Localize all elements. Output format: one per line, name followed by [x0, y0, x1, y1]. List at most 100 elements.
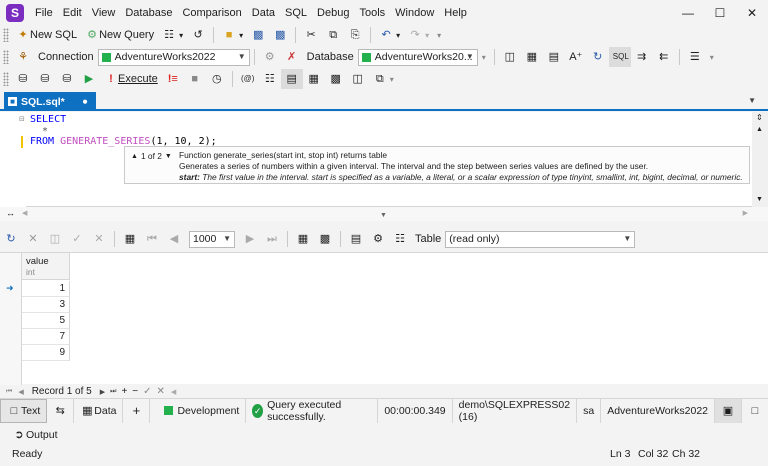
sql-editor[interactable]: ⊟ SELECT * FROM GENERATE_SERIES(1, 10, 2…	[0, 112, 768, 207]
export-button[interactable]: ▩	[325, 69, 347, 89]
columns-button[interactable]: ▤	[345, 229, 367, 249]
discard-button[interactable]: ✕	[88, 229, 110, 249]
results-grid[interactable]: ➜ value int 1 3 5 7 9	[0, 252, 768, 385]
outdent-button[interactable]: ⇇	[653, 47, 675, 67]
editor-horizontal-scrollbar[interactable]: ↔ ◀ ▶ ▼	[0, 207, 768, 221]
next-page-button[interactable]: ▶	[239, 229, 261, 249]
table-row[interactable]: 9	[22, 345, 70, 361]
import-button[interactable]: ◫	[347, 69, 369, 89]
db-button-3[interactable]: ⛁	[56, 69, 78, 89]
restore-button[interactable]: □	[742, 399, 768, 423]
menu-file[interactable]: File	[30, 0, 58, 26]
run-button[interactable]: ▶	[78, 69, 100, 89]
new-item-button[interactable]: ☷ ▾	[158, 25, 187, 45]
table-row[interactable]: 5	[22, 313, 70, 329]
grid-view-button[interactable]: ▦	[292, 229, 314, 249]
copy-button[interactable]: ⧉	[322, 25, 344, 45]
editor-vertical-scrollbar[interactable]: ⇕ ▲ ▼	[752, 112, 768, 207]
insert-row-button[interactable]: ◫	[44, 229, 66, 249]
list-button[interactable]: ☰	[684, 47, 706, 67]
prev-page-button[interactable]: ◀	[163, 229, 185, 249]
paste-button[interactable]: ⎘	[344, 25, 366, 45]
data-tab[interactable]: ▦ Data	[74, 398, 124, 423]
first-record-icon[interactable]: ⏮	[6, 388, 12, 396]
profiler-button[interactable]: ▤	[280, 69, 303, 89]
connection-icon-button[interactable]: ⚘	[12, 47, 34, 67]
open-folder-button[interactable]: ■ ▾	[218, 25, 247, 45]
swap-tab[interactable]: ⇆	[47, 398, 75, 423]
variables-button[interactable]: (@)	[237, 69, 259, 89]
split-horizontal-icon[interactable]: ↔	[6, 208, 15, 218]
output-panel-tab[interactable]: ➲ Output	[0, 426, 768, 444]
tab-close-icon[interactable]: ⚫	[78, 95, 92, 109]
prev-record-icon[interactable]: ◀	[18, 388, 23, 396]
menu-window[interactable]: Window	[390, 0, 439, 26]
toolbar-grip[interactable]	[3, 28, 9, 42]
text-tab[interactable]: □ Text	[0, 398, 48, 423]
split-icon[interactable]: ⇕	[756, 113, 763, 122]
table-row[interactable]: 1	[22, 281, 70, 297]
comment-button[interactable]: ▤	[543, 47, 565, 67]
menu-comparison[interactable]: Comparison	[177, 0, 246, 26]
panel-toggle-button[interactable]: ▣	[715, 398, 742, 423]
cancel-record-icon[interactable]: ✕	[157, 386, 165, 397]
stop-button[interactable]: ■	[184, 69, 206, 89]
plan-button[interactable]: ☷	[259, 69, 281, 89]
scroll-left-icon[interactable]: ◀	[22, 209, 27, 217]
execute-current-button[interactable]: !≡	[162, 69, 184, 89]
share-button[interactable]: ⧉ ▾	[369, 69, 398, 89]
tab-sql-document[interactable]: ■ SQL.sql* ⚫	[4, 92, 96, 111]
save-record-icon[interactable]: ✓	[143, 386, 151, 397]
toolbar-options-button[interactable]: ▾	[433, 25, 445, 45]
table-icon-button[interactable]: ☷	[389, 229, 411, 249]
save-all-button[interactable]: ▩	[269, 25, 291, 45]
scroll-up-icon[interactable]: ▲	[756, 126, 763, 133]
nav-scroll-left-icon[interactable]: ◀	[171, 388, 176, 396]
menu-tools[interactable]: Tools	[354, 0, 390, 26]
hint-next-icon[interactable]: ▼	[165, 153, 172, 160]
indent-button[interactable]: ⇉	[631, 47, 653, 67]
column-header-value[interactable]: value int	[22, 253, 70, 280]
menu-view[interactable]: View	[87, 0, 121, 26]
table-row[interactable]: 3	[22, 297, 70, 313]
collapse-icon[interactable]: ⊟	[19, 115, 25, 123]
toolbar-grip[interactable]	[3, 50, 9, 64]
schema-button[interactable]: ▦	[521, 47, 543, 67]
db-button-2[interactable]: ⛁	[34, 69, 56, 89]
last-page-button[interactable]: ⏭	[261, 229, 283, 249]
maximize-icon[interactable]: ☐	[704, 0, 736, 26]
grid-settings-button[interactable]: ▦	[119, 229, 141, 249]
open-button[interactable]: ↺	[187, 25, 209, 45]
layout-button[interactable]: ◫	[499, 47, 521, 67]
history-button[interactable]: ◷	[206, 69, 228, 89]
add-record-icon[interactable]: +	[121, 386, 127, 397]
grid-button[interactable]: ▦	[303, 69, 325, 89]
card-view-button[interactable]: ▩	[314, 229, 336, 249]
redo-button[interactable]: ↷ ▾	[404, 25, 433, 45]
database-select[interactable]: AdventureWorks20... ▼	[357, 48, 478, 66]
disconnect-button[interactable]: ⚙	[259, 47, 281, 67]
menu-sql[interactable]: SQL	[280, 0, 312, 26]
toolbar-grip[interactable]	[3, 72, 9, 86]
menu-help[interactable]: Help	[439, 0, 472, 26]
undo-button[interactable]: ↶ ▾	[375, 25, 404, 45]
refresh-results-button[interactable]: ↻	[0, 229, 22, 249]
first-page-button[interactable]: ⏮	[141, 229, 163, 249]
scroll-right-icon[interactable]: ▶	[743, 209, 748, 217]
toolbar-options-button[interactable]: ▾	[706, 47, 718, 67]
tab-list-dropdown-icon[interactable]: ▼	[748, 96, 756, 105]
pivot-button[interactable]: ⚙	[367, 229, 389, 249]
save-button[interactable]: ▩	[247, 25, 269, 45]
scroll-down-icon[interactable]: ▼	[756, 196, 763, 203]
new-query-button[interactable]: ⚙ New Query	[81, 25, 158, 45]
refresh-button[interactable]: ↻	[587, 47, 609, 67]
delete-record-icon[interactable]: −	[132, 386, 138, 397]
splitter-collapse-icon[interactable]: ▼	[380, 212, 387, 219]
cancel-results-button[interactable]: ✕	[22, 229, 44, 249]
next-record-icon[interactable]: ▶	[100, 388, 105, 396]
toolbar-options-button[interactable]: ▾	[478, 47, 490, 67]
page-size-select[interactable]: 1000 ▼	[189, 230, 235, 248]
minimize-icon[interactable]: —	[672, 0, 704, 26]
execute-button[interactable]: ! Execute	[100, 69, 162, 89]
menu-database[interactable]: Database	[120, 0, 177, 26]
